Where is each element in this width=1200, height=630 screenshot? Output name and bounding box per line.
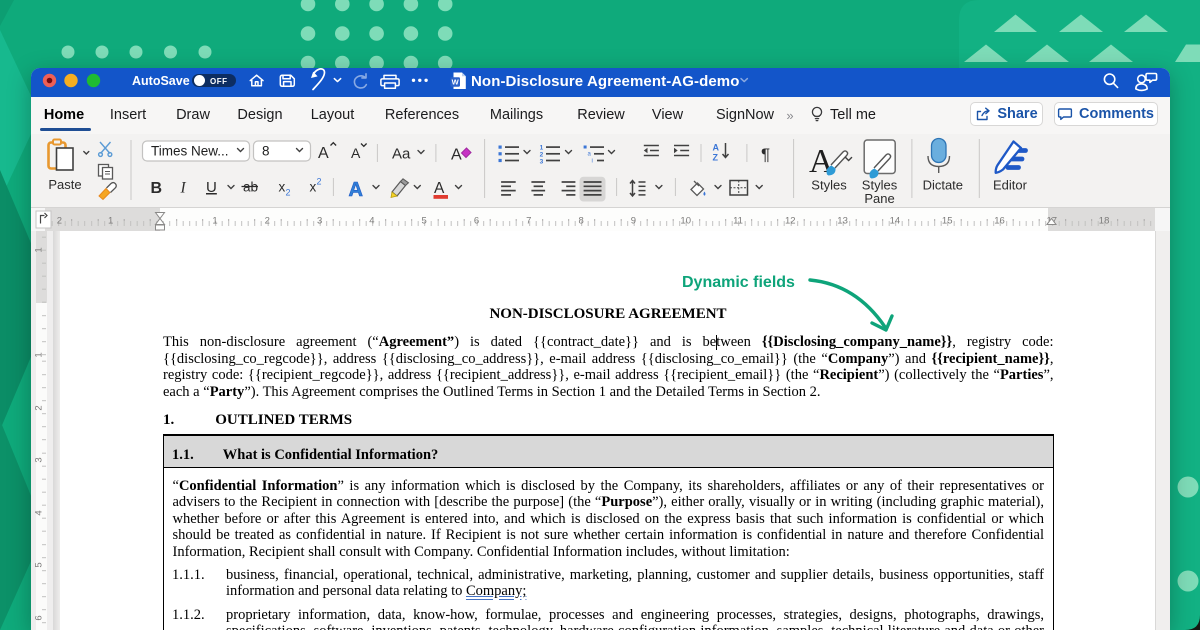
svg-text:18: 18 bbox=[1099, 216, 1110, 227]
svg-text:W: W bbox=[452, 78, 460, 87]
svg-text:1: 1 bbox=[212, 216, 217, 227]
svg-text:¶: ¶ bbox=[761, 145, 770, 164]
svg-text:2: 2 bbox=[57, 216, 62, 227]
svg-text:1: 1 bbox=[108, 216, 113, 227]
svg-text:5: 5 bbox=[34, 562, 45, 567]
svg-text:10: 10 bbox=[680, 216, 691, 227]
svg-text:I: I bbox=[180, 180, 187, 197]
svg-text:B: B bbox=[151, 180, 163, 197]
svg-text:16: 16 bbox=[994, 216, 1005, 227]
svg-text:1: 1 bbox=[34, 352, 45, 357]
svg-text:9: 9 bbox=[631, 216, 636, 227]
svg-text:A: A bbox=[349, 179, 363, 201]
svg-text:Dictate: Dictate bbox=[923, 178, 963, 193]
svg-text:Z: Z bbox=[713, 153, 719, 163]
svg-text:U: U bbox=[206, 179, 217, 196]
svg-text:Aa: Aa bbox=[392, 146, 411, 163]
svg-text:2: 2 bbox=[265, 216, 270, 227]
svg-text:1: 1 bbox=[34, 247, 45, 252]
svg-text:11: 11 bbox=[733, 216, 743, 227]
svg-text:x: x bbox=[279, 180, 286, 195]
svg-text:2: 2 bbox=[286, 188, 291, 198]
svg-text:Styles: Styles bbox=[811, 178, 847, 193]
svg-text:8: 8 bbox=[262, 144, 270, 159]
svg-text:4: 4 bbox=[34, 510, 45, 515]
svg-text:i: i bbox=[592, 159, 593, 165]
svg-text:1: 1 bbox=[540, 145, 544, 152]
svg-text:2: 2 bbox=[317, 177, 322, 187]
svg-text:12: 12 bbox=[785, 216, 796, 227]
svg-text:Pane: Pane bbox=[864, 191, 894, 206]
svg-text:3: 3 bbox=[317, 216, 322, 227]
svg-text:A: A bbox=[351, 145, 361, 161]
svg-text:5: 5 bbox=[422, 216, 427, 227]
svg-text:6: 6 bbox=[474, 216, 479, 227]
svg-text:a: a bbox=[588, 152, 592, 158]
svg-text:8: 8 bbox=[578, 216, 583, 227]
svg-text:Editor: Editor bbox=[993, 178, 1028, 193]
svg-text:15: 15 bbox=[942, 216, 953, 227]
svg-text:2: 2 bbox=[540, 152, 544, 159]
svg-text:3: 3 bbox=[34, 457, 45, 462]
svg-text:3: 3 bbox=[540, 159, 544, 166]
svg-text:Times New...: Times New... bbox=[151, 144, 229, 159]
svg-text:A: A bbox=[713, 143, 720, 153]
svg-text:14: 14 bbox=[890, 216, 901, 227]
svg-text:6: 6 bbox=[34, 615, 45, 620]
svg-text:A: A bbox=[434, 180, 445, 197]
svg-text:13: 13 bbox=[837, 216, 848, 227]
svg-text:Paste: Paste bbox=[48, 177, 81, 192]
svg-text:2: 2 bbox=[34, 405, 45, 410]
svg-text:A: A bbox=[318, 145, 329, 162]
svg-text:7: 7 bbox=[526, 216, 531, 227]
svg-text:4: 4 bbox=[369, 216, 374, 227]
svg-text:x: x bbox=[310, 180, 317, 195]
svg-text:A: A bbox=[451, 147, 462, 164]
